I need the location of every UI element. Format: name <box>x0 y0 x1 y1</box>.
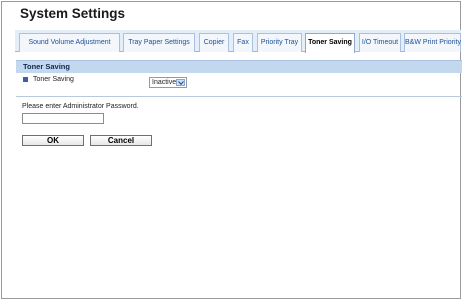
tab-copier[interactable]: Copier <box>199 33 229 52</box>
tab-tray-paper-settings[interactable]: Tray Paper Settings <box>123 33 195 52</box>
divider <box>16 96 462 97</box>
tab-priority-tray[interactable]: Priority Tray <box>257 33 302 52</box>
tab-sound-volume-adjustment[interactable]: Sound Volume Adjustment <box>19 33 120 52</box>
section-title: Toner Saving <box>23 62 70 71</box>
tab-toner-saving[interactable]: Toner Saving <box>305 33 355 53</box>
tab-fax[interactable]: Fax <box>233 33 253 52</box>
toner-saving-label: Toner Saving <box>33 76 74 83</box>
toner-saving-select[interactable]: Inactive <box>149 77 187 88</box>
tab-bw-print-priority[interactable]: B&W Print Priority <box>404 33 461 52</box>
cancel-button[interactable]: Cancel <box>90 135 152 146</box>
page-title: System Settings <box>20 6 126 21</box>
section-header: Toner Saving <box>16 60 462 73</box>
tab-bar: Sound Volume Adjustment Tray Paper Setti… <box>15 30 461 53</box>
tab-io-timeout[interactable]: I/O Timeout <box>359 33 401 52</box>
settings-window: System Settings Sound Volume Adjustment … <box>1 1 462 299</box>
setting-row-label: Toner Saving <box>23 76 74 83</box>
ok-button[interactable]: OK <box>22 135 84 146</box>
toner-saving-value: Inactive <box>152 79 177 86</box>
password-prompt: Please enter Administrator Password. <box>22 103 139 110</box>
chevron-down-icon[interactable] <box>176 79 185 86</box>
admin-password-input[interactable] <box>22 113 104 124</box>
square-bullet-icon <box>23 77 28 82</box>
